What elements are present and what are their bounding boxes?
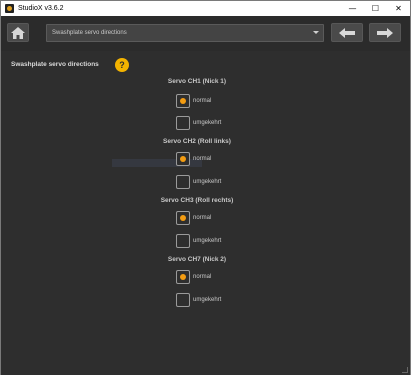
selected-dot	[180, 274, 186, 280]
title-bar: StudioX v3.6.2 — ☐ ✕	[1, 1, 410, 16]
maximize-button[interactable]: ☐	[364, 1, 387, 16]
arrow-left-icon	[339, 27, 355, 38]
radio-box	[176, 293, 190, 307]
page-title: Swashplate servo directions	[11, 61, 99, 68]
servo-ch3-reversed-radio[interactable]: umgekehrt	[176, 234, 221, 248]
servo-ch7-heading: Servo CH7 (Nick 2)	[167, 256, 227, 263]
main-content: Swashplate servo directions ? Servo CH1 …	[1, 51, 410, 375]
servo-ch1-heading: Servo CH1 (Nick 1)	[167, 78, 227, 85]
servo-ch1-reversed-radio[interactable]: umgekehrt	[176, 116, 221, 130]
servo-ch1-normal-radio[interactable]: normal	[176, 94, 211, 108]
option-label: normal	[193, 98, 212, 104]
option-label: normal	[193, 274, 212, 280]
arrow-right-icon	[377, 27, 393, 38]
option-label: umgekehrt	[193, 238, 222, 244]
close-button[interactable]: ✕	[387, 1, 410, 16]
forward-button[interactable]	[369, 23, 401, 42]
app-window: StudioX v3.6.2 — ☐ ✕ Swashplate servo di…	[0, 0, 411, 375]
radio-box	[176, 211, 190, 225]
window-controls: — ☐ ✕	[341, 1, 410, 16]
servo-ch7-reversed-radio[interactable]: umgekehrt	[176, 293, 221, 307]
toolbar: Swashplate servo directions	[1, 16, 410, 51]
radio-box	[176, 116, 190, 130]
servo-ch3-normal-radio[interactable]: normal	[176, 211, 211, 225]
chevron-down-icon	[313, 31, 319, 34]
app-logo-icon	[5, 4, 14, 13]
resize-grip-icon[interactable]	[402, 367, 408, 373]
option-label: umgekehrt	[193, 120, 222, 126]
minimize-button[interactable]: —	[341, 1, 364, 16]
servo-ch2-normal-radio[interactable]: normal	[176, 152, 211, 166]
servo-ch3-heading: Servo CH3 (Roll rechts)	[160, 197, 234, 204]
selected-dot	[180, 215, 186, 221]
option-label: normal	[193, 215, 212, 221]
radio-box	[176, 270, 190, 284]
radio-box	[176, 175, 190, 189]
page-select[interactable]: Swashplate servo directions	[46, 24, 324, 42]
radio-box	[176, 94, 190, 108]
radio-box	[176, 152, 190, 166]
option-label: umgekehrt	[193, 179, 222, 185]
option-label: umgekehrt	[193, 297, 222, 303]
home-icon	[11, 26, 25, 39]
page-select-value: Swashplate servo directions	[52, 30, 127, 36]
help-icon[interactable]: ?	[115, 58, 129, 72]
window-title: StudioX v3.6.2	[18, 5, 64, 12]
home-button[interactable]	[7, 23, 29, 42]
selected-dot	[180, 156, 186, 162]
servo-ch2-reversed-radio[interactable]: umgekehrt	[176, 175, 221, 189]
selected-dot	[180, 98, 186, 104]
option-label: normal	[193, 156, 212, 162]
servo-ch2-heading: Servo CH2 (Roll links)	[163, 138, 231, 145]
back-button[interactable]	[331, 23, 363, 42]
radio-box	[176, 234, 190, 248]
servo-ch7-normal-radio[interactable]: normal	[176, 270, 211, 284]
